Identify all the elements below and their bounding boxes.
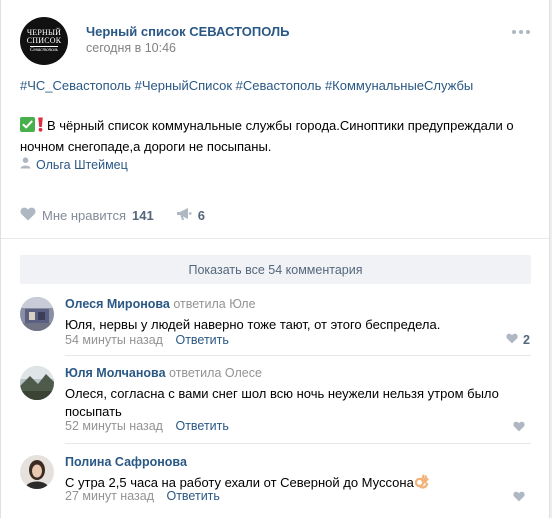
comment-avatar[interactable]	[20, 455, 54, 489]
post-text: В чёрный список коммунальные службы горо…	[20, 116, 535, 156]
comment-like-button[interactable]	[513, 491, 530, 505]
post-card: ЧЕРНЫЙ СПИСОК Севастополь Черный список …	[0, 0, 551, 518]
heart-icon	[513, 421, 525, 435]
comment-meta: 54 минуты назад Ответить	[65, 333, 229, 347]
avatar-text-3: Севастополь	[30, 45, 58, 53]
post-author[interactable]: Ольга Штеймец	[20, 157, 128, 172]
comment-meta: 52 минуты назад Ответить	[65, 419, 229, 433]
avatar-text-2: СПИСОК	[26, 35, 62, 45]
post-header: ЧЕРНЫЙ СПИСОК Севастополь Черный список …	[20, 17, 540, 65]
comment-text: Юля, нервы у людей наверно тоже тают, от…	[65, 317, 441, 332]
comment-meta: 27 минут назад Ответить	[65, 489, 220, 503]
comment-reply-to[interactable]: ответила Юле	[173, 297, 255, 311]
group-name-link[interactable]: Черный список СЕВАСТОПОЛЬ	[86, 24, 289, 39]
comment-author-link[interactable]: Полина Сафронова	[65, 455, 187, 469]
show-all-comments-button[interactable]: Показать все 54 комментария	[20, 255, 531, 284]
post-time[interactable]: сегодня в 10:46	[86, 41, 176, 55]
person-icon	[20, 157, 31, 172]
comment-time[interactable]: 27 минут назад	[65, 489, 154, 503]
comment-item: Полина Сафронова С утра 2,5 часа на рабо…	[20, 455, 531, 507]
heart-icon	[506, 333, 518, 347]
comment-like-count: 2	[523, 333, 530, 347]
comment-item: Юля Молчанова ответила Олесе Олеся, согл…	[20, 366, 531, 444]
group-avatar[interactable]: ЧЕРНЫЙ СПИСОК Севастополь	[20, 17, 68, 65]
comment-avatar[interactable]	[20, 297, 54, 331]
comment-header: Юля Молчанова ответила Олесе	[65, 366, 262, 380]
heart-icon	[20, 207, 36, 224]
comment-item: Олеся Миронова ответила Юле Юля, нервы у…	[20, 297, 531, 356]
reply-button[interactable]: Ответить	[175, 333, 228, 347]
more-options-icon[interactable]	[510, 27, 532, 37]
comment-reply-to[interactable]: ответила Олесе	[169, 366, 262, 380]
check-mark-icon	[20, 117, 35, 137]
comment-author-link[interactable]: Юля Молчанова	[65, 366, 166, 380]
like-button[interactable]: Мне нравится 141	[20, 207, 154, 224]
comment-avatar[interactable]	[20, 366, 54, 400]
like-label: Мне нравится	[42, 207, 127, 223]
comment-time[interactable]: 54 минуты назад	[65, 333, 163, 347]
exclamation-icon	[37, 117, 44, 137]
comment-divider	[65, 355, 531, 356]
post-divider	[1, 238, 551, 239]
share-count: 6	[197, 207, 205, 223]
reply-button[interactable]: Ответить	[166, 489, 219, 503]
post-author-name: Ольга Штеймец	[36, 157, 128, 172]
comment-like-button[interactable]: 2	[506, 333, 530, 347]
post-hashtags[interactable]: #ЧС_Севастополь #ЧерныйСписок #Севастопо…	[20, 78, 473, 93]
like-count: 141	[132, 207, 154, 223]
comment-text-content: С утра 2,5 часа на работу ехали от Север…	[65, 475, 414, 490]
post-actions: Мне нравится 141 6	[20, 206, 227, 224]
megaphone-icon	[176, 207, 192, 224]
comment-text: Олеся, согласна с вами снег шол всю ночь…	[65, 386, 499, 419]
comment-divider	[65, 443, 531, 444]
comment-time[interactable]: 52 минуты назад	[65, 419, 163, 433]
comment-header: Полина Сафронова	[65, 455, 187, 469]
post-text-content: В чёрный список коммунальные службы горо…	[20, 118, 514, 154]
share-button[interactable]: 6	[176, 207, 205, 224]
heart-icon	[513, 491, 525, 505]
comment-author-link[interactable]: Олеся Миронова	[65, 297, 170, 311]
reply-button[interactable]: Ответить	[175, 419, 228, 433]
ok-hand-icon	[414, 474, 429, 494]
comment-like-button[interactable]	[513, 421, 530, 435]
comment-header: Олеся Миронова ответила Юле	[65, 297, 256, 311]
